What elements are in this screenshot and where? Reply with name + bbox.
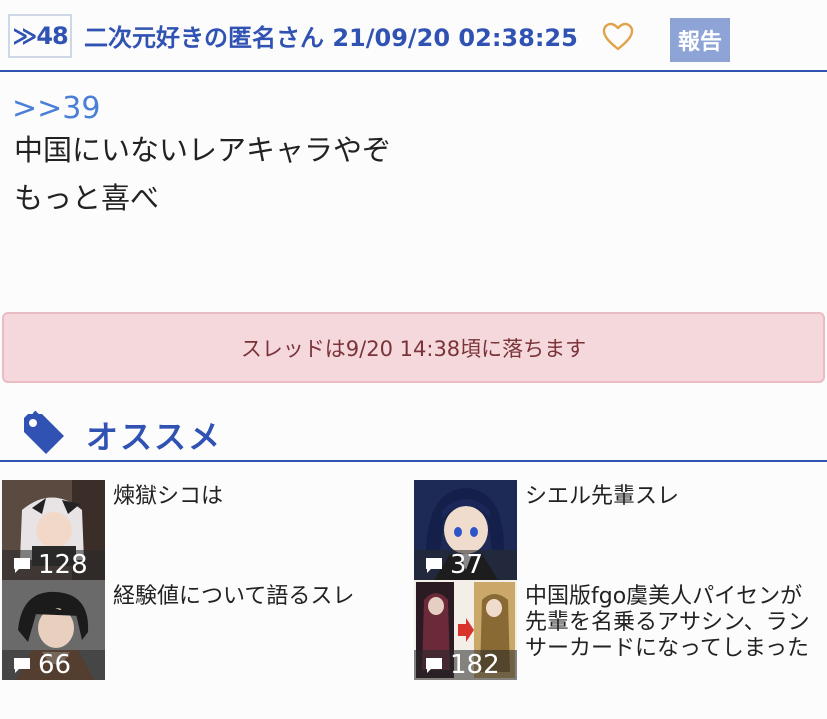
recommend-item[interactable]: 182 中国版fgo虞美人パイセンが先輩を名乗るアサシン、ランサーカードになって… <box>414 580 824 680</box>
report-button[interactable]: 報告 <box>670 18 730 62</box>
reply-number-button[interactable]: ≫48 <box>8 14 72 58</box>
heart-icon[interactable] <box>602 22 634 52</box>
reply-count-value: 182 <box>450 650 500 680</box>
tag-icon <box>24 410 64 454</box>
post-body: >>39 中国にいないレアキャラやぞ もっと喜べ <box>12 92 391 222</box>
thread-title[interactable]: 煉獄シコは <box>113 484 403 510</box>
thread-thumbnail[interactable]: 182 <box>414 580 517 680</box>
reply-anchor-link[interactable]: >>39 <box>12 92 391 126</box>
comment-icon <box>426 558 442 573</box>
thread-thumbnail[interactable]: 128 <box>2 480 105 580</box>
comment-icon <box>14 658 30 673</box>
thread-thumbnail[interactable]: 37 <box>414 480 517 580</box>
poster-info: 二次元好きの匿名さん 21/09/20 02:38:25 <box>84 24 578 52</box>
reply-count: 37 <box>414 550 517 580</box>
recommend-item[interactable]: 128 煉獄シコは <box>2 480 412 580</box>
reply-count: 182 <box>414 650 517 680</box>
thread-title[interactable]: 経験値について語るスレ <box>113 584 403 610</box>
recommend-title: オススメ <box>86 418 223 456</box>
post-header: ≫48 二次元好きの匿名さん 21/09/20 02:38:25 報告 <box>0 0 827 72</box>
thread-title[interactable]: シエル先輩スレ <box>525 484 815 510</box>
recommend-header: オススメ <box>0 406 827 462</box>
comment-icon <box>426 658 442 673</box>
post-line: 中国にいないレアキャラやぞ <box>14 133 392 167</box>
thread-title[interactable]: 中国版fgo虞美人パイセンが先輩を名乗るアサシン、ランサーカードになってしまった <box>525 584 815 662</box>
reply-count: 66 <box>2 650 105 680</box>
comment-icon <box>14 558 30 573</box>
post-line: もっと喜べ <box>14 181 160 215</box>
recommend-item[interactable]: 66 経験値について語るスレ <box>2 580 412 680</box>
recommend-item[interactable]: 37 シエル先輩スレ <box>414 480 824 580</box>
reply-count-value: 128 <box>38 550 88 580</box>
reply-count: 128 <box>2 550 105 580</box>
thread-thumbnail[interactable]: 66 <box>2 580 105 680</box>
reply-count-value: 37 <box>450 550 484 580</box>
reply-count-value: 66 <box>38 650 72 680</box>
thread-expiry-notice: スレッドは9/20 14:38頃に落ちます <box>2 312 825 383</box>
